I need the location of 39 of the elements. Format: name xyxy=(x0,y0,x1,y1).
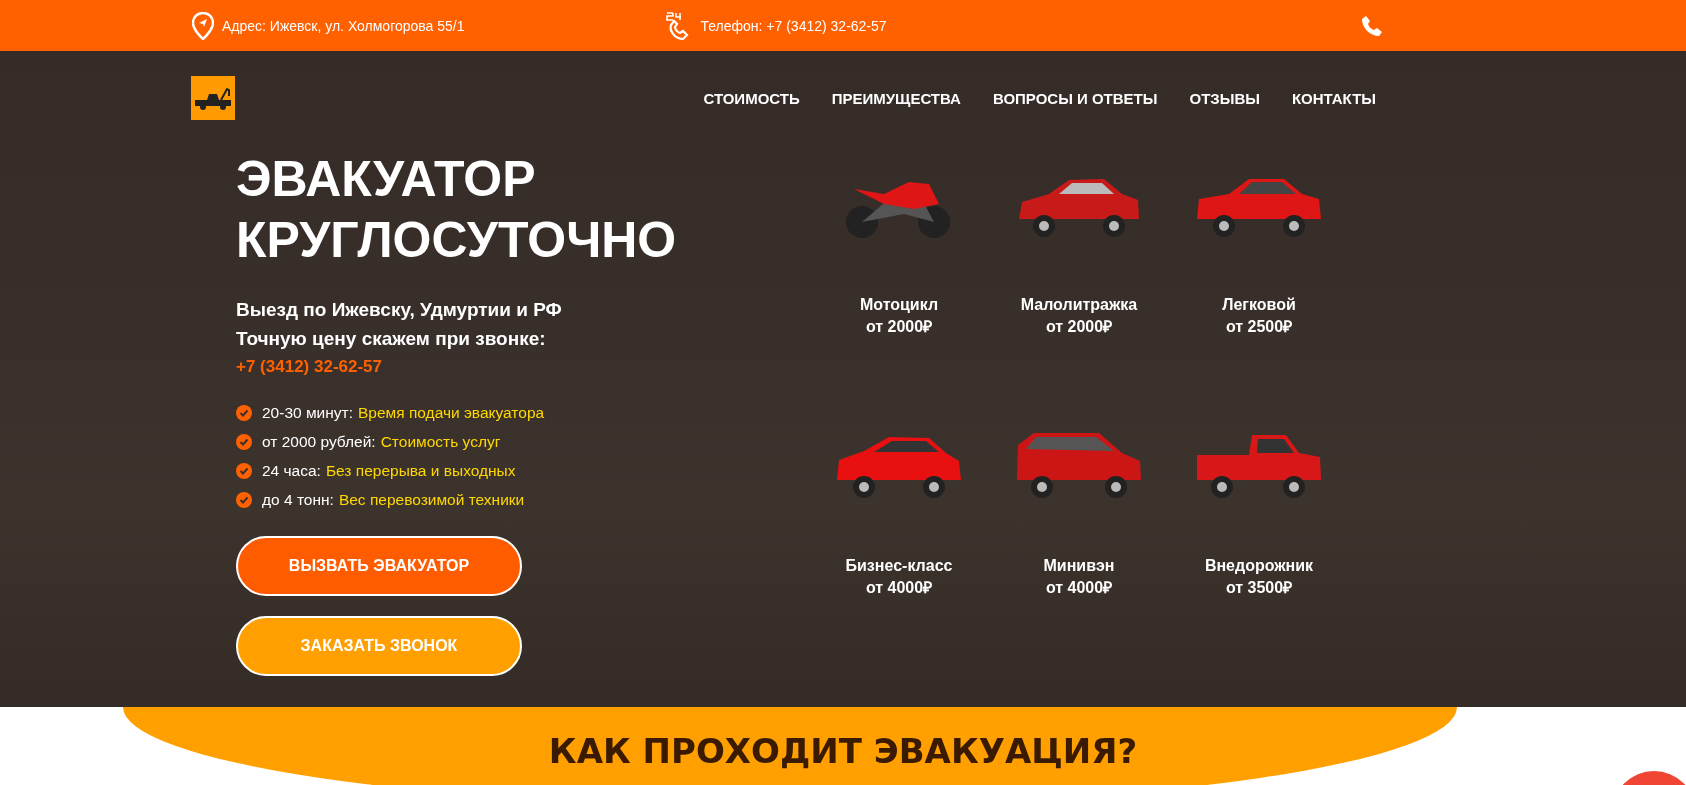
feature-description: Без перерыва и выходных xyxy=(325,462,516,480)
feature-description: Время подачи эвакуатора xyxy=(358,404,545,422)
vehicle-name: Минивэн xyxy=(1043,556,1115,576)
phone-icon[interactable] xyxy=(1360,13,1384,38)
nav-link[interactable]: СТОИМОСТЬ xyxy=(703,89,800,107)
vehicle-name: Легковой xyxy=(1222,295,1296,315)
vehicle-price: от 2000₽ xyxy=(1045,317,1113,337)
section-title: КАК ПРОХОДИТ ЭВАКУАЦИЯ? xyxy=(548,730,1138,773)
feature-value: 20-30 минут: xyxy=(262,404,353,422)
phone-text: Телефон: +7 (3412) 32-62-57 xyxy=(700,17,887,34)
location-pin-icon xyxy=(192,11,214,40)
nav-link[interactable]: ОТЗЫВЫ xyxy=(1189,89,1260,107)
hero-title: ЭВАКУАТОР КРУГЛОСУТОЧНО xyxy=(236,150,678,270)
nav-link[interactable]: ВОПРОСЫ И ОТВЕТЫ xyxy=(992,89,1158,107)
vehicle-name: Внедорожник xyxy=(1204,556,1314,576)
nav-link[interactable]: ПРЕИМУЩЕСТВА xyxy=(831,89,961,107)
feature-value: от 2000 рублей: xyxy=(262,433,376,451)
vehicle-price: от 4000₽ xyxy=(1045,578,1113,598)
nav-link[interactable]: КОНТАКТЫ xyxy=(1291,89,1376,107)
check-icon xyxy=(236,434,252,450)
check-icon xyxy=(236,405,252,421)
feature-description: Стоимость услуг xyxy=(380,433,501,451)
feature-value: 24 часа: xyxy=(262,462,321,480)
tow-truck-logo[interactable] xyxy=(191,76,235,120)
feature-description: Вес перевозимой техники xyxy=(338,491,525,509)
vehicle-price: от 3500₽ xyxy=(1225,578,1293,598)
check-icon xyxy=(236,463,252,479)
address-text: Адрес: Ижевск, ул. Холмогорова 55/1 xyxy=(222,17,465,34)
vehicle-name: Малолитражка xyxy=(1020,295,1138,315)
feature-value: до 4 тонн: xyxy=(262,491,334,509)
vehicle-name: Бизнес-класс xyxy=(845,556,953,576)
price-note: Точную цену скажем при звонке: xyxy=(236,327,546,351)
vehicle-price: от 2000₽ xyxy=(865,317,933,337)
vehicle-name: Мотоцикл xyxy=(859,295,939,315)
check-icon xyxy=(236,492,252,508)
vehicle-price: от 4000₽ xyxy=(865,578,933,598)
vehicle-price: от 2500₽ xyxy=(1225,317,1293,337)
hero-subtitle: Выезд по Ижевску, Удмуртии и РФ xyxy=(236,298,562,322)
phone-link[interactable]: +7 (3412) 32-62-57 xyxy=(236,353,383,381)
